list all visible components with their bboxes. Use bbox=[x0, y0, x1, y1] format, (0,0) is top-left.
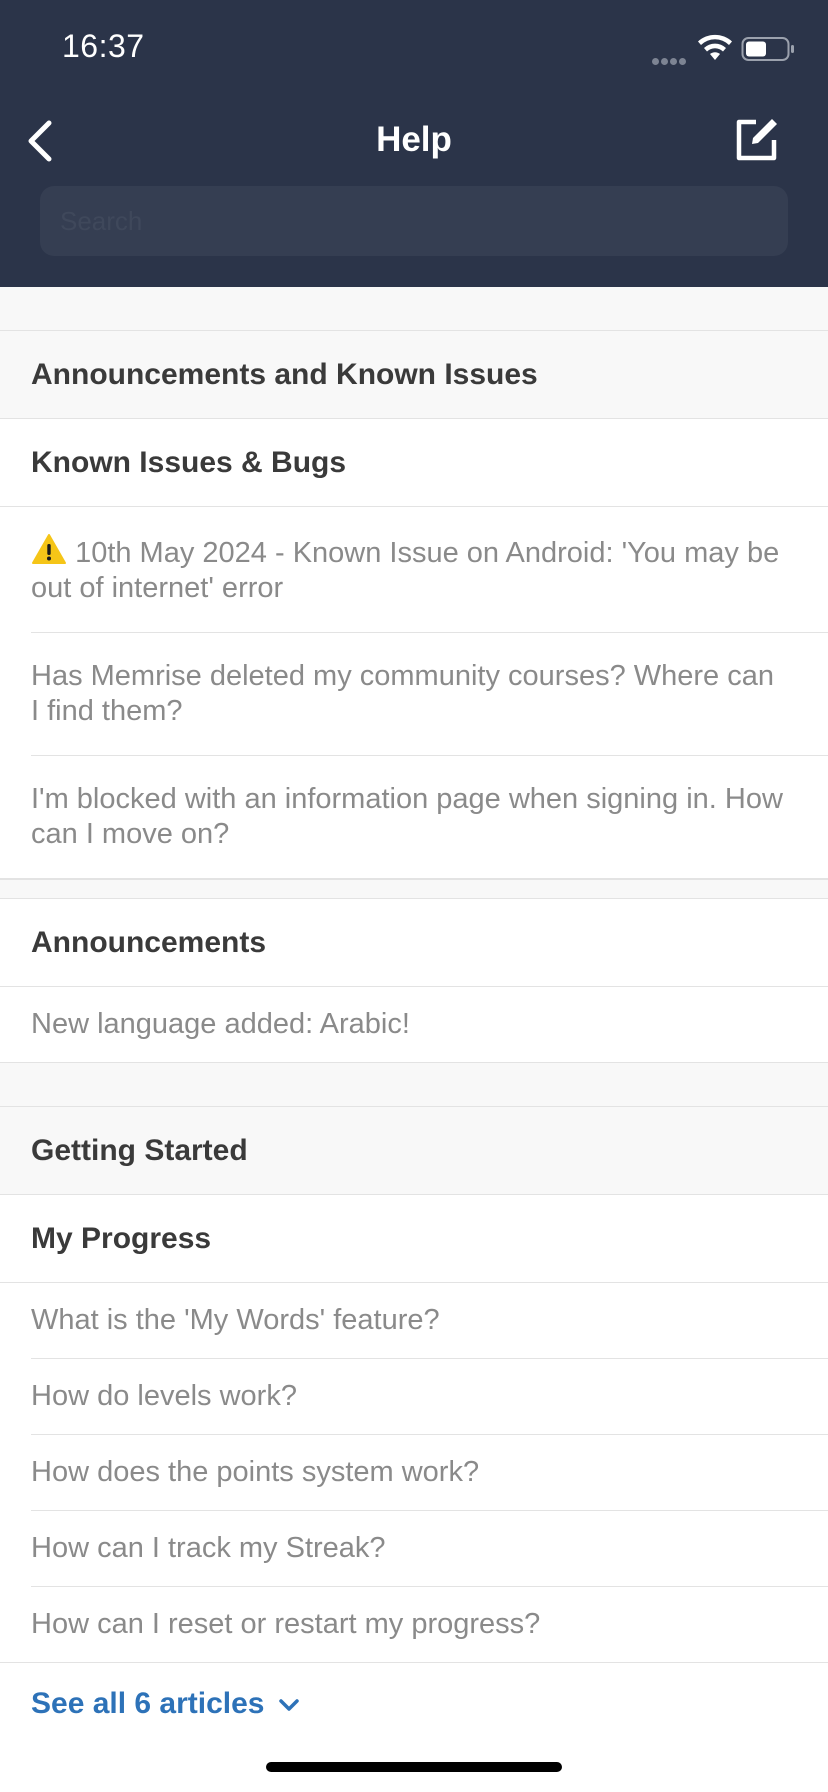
app-header: 16:37 Help bbox=[0, 0, 828, 287]
home-indicator bbox=[266, 1762, 562, 1772]
spacer bbox=[0, 879, 828, 899]
article-link[interactable]: Has Memrise deleted my community courses… bbox=[31, 633, 828, 756]
section-announcements: Announcements New language added: Arabic… bbox=[0, 899, 828, 1063]
article-link[interactable]: How can I reset or restart my progress? bbox=[31, 1587, 828, 1662]
article-link[interactable]: 10th May 2024 - Known Issue on Android: … bbox=[31, 507, 828, 633]
section-title[interactable]: My Progress bbox=[0, 1195, 828, 1283]
article-link[interactable]: New language added: Arabic! bbox=[31, 987, 828, 1062]
category-header: Announcements and Known Issues bbox=[0, 331, 828, 419]
chevron-down-icon bbox=[279, 1699, 299, 1711]
spacer bbox=[0, 287, 828, 331]
article-link[interactable]: How does the points system work? bbox=[31, 1435, 828, 1511]
page-title: Help bbox=[376, 120, 452, 159]
spacer bbox=[0, 1063, 828, 1107]
see-all-label: See all 6 articles bbox=[31, 1687, 265, 1720]
wifi-icon bbox=[698, 34, 732, 60]
category-header: Getting Started bbox=[0, 1107, 828, 1195]
warning-icon bbox=[32, 534, 66, 564]
section-title[interactable]: Announcements bbox=[0, 899, 828, 987]
see-all-articles-link[interactable]: See all 6 articles bbox=[0, 1663, 828, 1753]
section-my-progress: My Progress What is the 'My Words' featu… bbox=[0, 1195, 828, 1663]
section-known-issues: Known Issues & Bugs 10th May 2024 - Know… bbox=[0, 419, 828, 879]
article-title: 10th May 2024 - Known Issue on Android: … bbox=[31, 537, 780, 604]
cellular-signal-icon bbox=[652, 52, 692, 65]
article-link[interactable]: How do levels work? bbox=[31, 1359, 828, 1435]
article-link[interactable]: I'm blocked with an information page whe… bbox=[31, 756, 828, 878]
battery-icon bbox=[741, 37, 794, 61]
section-title[interactable]: Known Issues & Bugs bbox=[0, 419, 828, 507]
article-link[interactable]: What is the 'My Words' feature? bbox=[31, 1283, 828, 1359]
compose-icon[interactable] bbox=[734, 116, 780, 162]
article-link[interactable]: How can I track my Streak? bbox=[31, 1511, 828, 1587]
search-input[interactable] bbox=[40, 186, 788, 256]
help-content: Announcements and Known Issues Known Iss… bbox=[0, 287, 828, 1753]
status-time: 16:37 bbox=[62, 28, 145, 64]
